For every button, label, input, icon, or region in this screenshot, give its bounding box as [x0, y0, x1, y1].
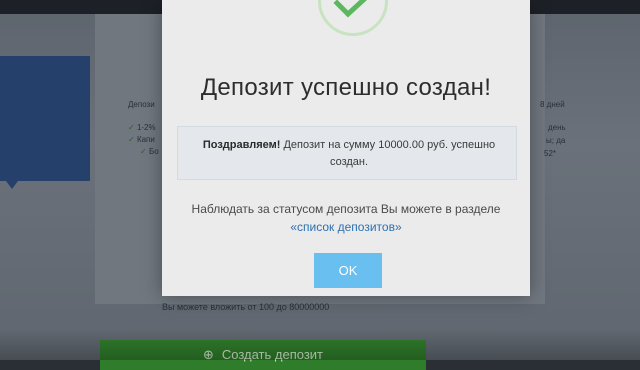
create-deposit-button[interactable]: ⊕ Создать депозит: [100, 340, 426, 370]
check-icon: ✓: [128, 123, 135, 132]
sidebar-card-pointer: [6, 181, 18, 189]
bg-capital-item: ✓ Капи: [128, 135, 155, 144]
deposits-list-link[interactable]: «список депозитов»: [290, 220, 401, 234]
success-badge: [318, 0, 388, 36]
bg-right-line3: 52*: [544, 149, 557, 158]
bg-rate-item: ✓ 1-2%: [128, 123, 156, 132]
bg-days-label: 8 дней: [540, 100, 565, 109]
plus-icon: ⊕: [202, 347, 214, 362]
status-info-text: Наблюдать за статусом депозита Вы можете…: [191, 202, 501, 216]
success-notice: Поздравляем! Депозит на сумму 10000.00 р…: [177, 126, 517, 180]
deposit-range-hint: Вы можете вложить от 100 до 80000000: [162, 302, 330, 312]
bg-right-line1: день: [548, 123, 566, 132]
sidebar-card: [0, 56, 90, 189]
success-modal: Депозит успешно создан! Поздравляем! Деп…: [162, 0, 530, 296]
modal-title: Депозит успешно создан!: [200, 74, 492, 101]
check-icon: ✓: [128, 135, 135, 144]
notice-strong: Поздравляем!: [202, 139, 281, 151]
status-info: Наблюдать за статусом депозита Вы можете…: [162, 200, 530, 236]
checkmark-icon: [333, 0, 368, 18]
bg-right-line2: ы; да: [546, 136, 566, 145]
bg-bonus-item: ✓ Бо: [140, 147, 159, 156]
check-icon: ✓: [140, 147, 147, 156]
notice-text: Депозит на сумму 10000.00 руб. успешно с…: [280, 139, 496, 168]
bg-deposit-label: Депози: [128, 100, 155, 109]
ok-button[interactable]: OK: [314, 253, 382, 288]
